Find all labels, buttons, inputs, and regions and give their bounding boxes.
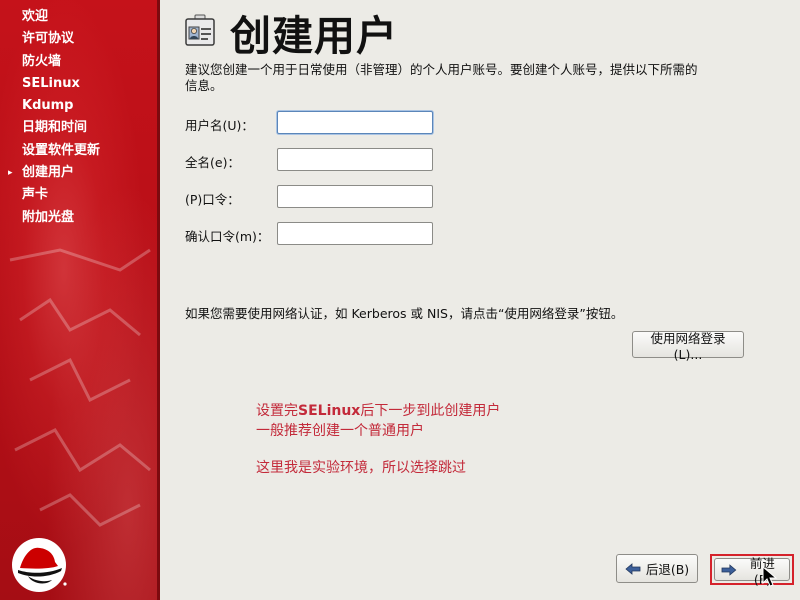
sidebar-item-selinux: SELinux (22, 75, 80, 91)
sidebar-item-license: 许可协议 (22, 31, 75, 47)
network-login-button-label: 使用网络登录(L)... (650, 330, 726, 362)
page-title: 创建用户 (230, 12, 398, 60)
sidebar-item-create-user: ▸ 创建用户 (0, 162, 160, 184)
mouse-cursor-icon (762, 566, 778, 587)
back-button[interactable]: 后退(B) (616, 554, 698, 583)
page-description: 建议您创建一个用于日常使用（非管理）的个人用户账号。要创建个人账号，提供以下所需… (185, 62, 698, 93)
password-field[interactable] (277, 185, 433, 208)
password-label: (P)口令： (185, 192, 240, 207)
sidebar-item-date-time: 日期和时间 (22, 120, 88, 136)
sidebar-item-sound-card: 声卡 (22, 187, 49, 203)
network-login-button[interactable]: 使用网络登录(L)... (632, 331, 744, 362)
confirm-password-label: 确认口令(m)： (185, 229, 270, 244)
network-login-hint: 如果您需要使用网络认证，如 Kerberos 或 NIS，请点击“使用网络登录”… (185, 306, 624, 321)
annotation-line-3: 这里我是实验环境，所以选择跳过 (256, 460, 466, 476)
arrow-right-icon (721, 563, 737, 576)
username-field[interactable] (277, 111, 433, 134)
sidebar-item-additional-cds: 附加光盘 (22, 209, 75, 225)
current-step-marker-icon: ▸ (8, 168, 13, 179)
sidebar-item-welcome: 欢迎 (22, 9, 49, 24)
confirm-password-field[interactable] (277, 222, 433, 245)
fullname-field[interactable] (277, 148, 433, 171)
back-button-label: 后退(B) (645, 562, 690, 577)
fullname-label: 全名(e)： (185, 155, 240, 170)
user-id-card-icon (185, 14, 215, 46)
annotation-line-2: 一般推荐创建一个普通用户 (256, 423, 424, 439)
forward-button[interactable]: 前进(F) (714, 556, 790, 587)
annotation-line-1: 设置完SELinux后下一步到此创建用户 (256, 403, 501, 419)
sidebar-decoration (9, 248, 151, 527)
redhat-logo-icon (12, 538, 67, 592)
username-label: 用户名(U)： (185, 118, 254, 133)
sidebar-nav: 欢迎 许可协议 防火墙 SELinux Kdump 日期和时间 设置软件更新 ▸… (0, 6, 160, 229)
sidebar-item-firewall: 防火墙 (22, 53, 62, 69)
forward-button-highlight: 前进(F) (710, 554, 794, 587)
sidebar: 欢迎 许可协议 防火墙 SELinux Kdump 日期和时间 设置软件更新 ▸… (0, 0, 160, 600)
arrow-left-icon (625, 562, 641, 575)
sidebar-item-kdump: Kdump (22, 98, 74, 114)
sidebar-item-software-updates: 设置软件更新 (22, 142, 101, 158)
